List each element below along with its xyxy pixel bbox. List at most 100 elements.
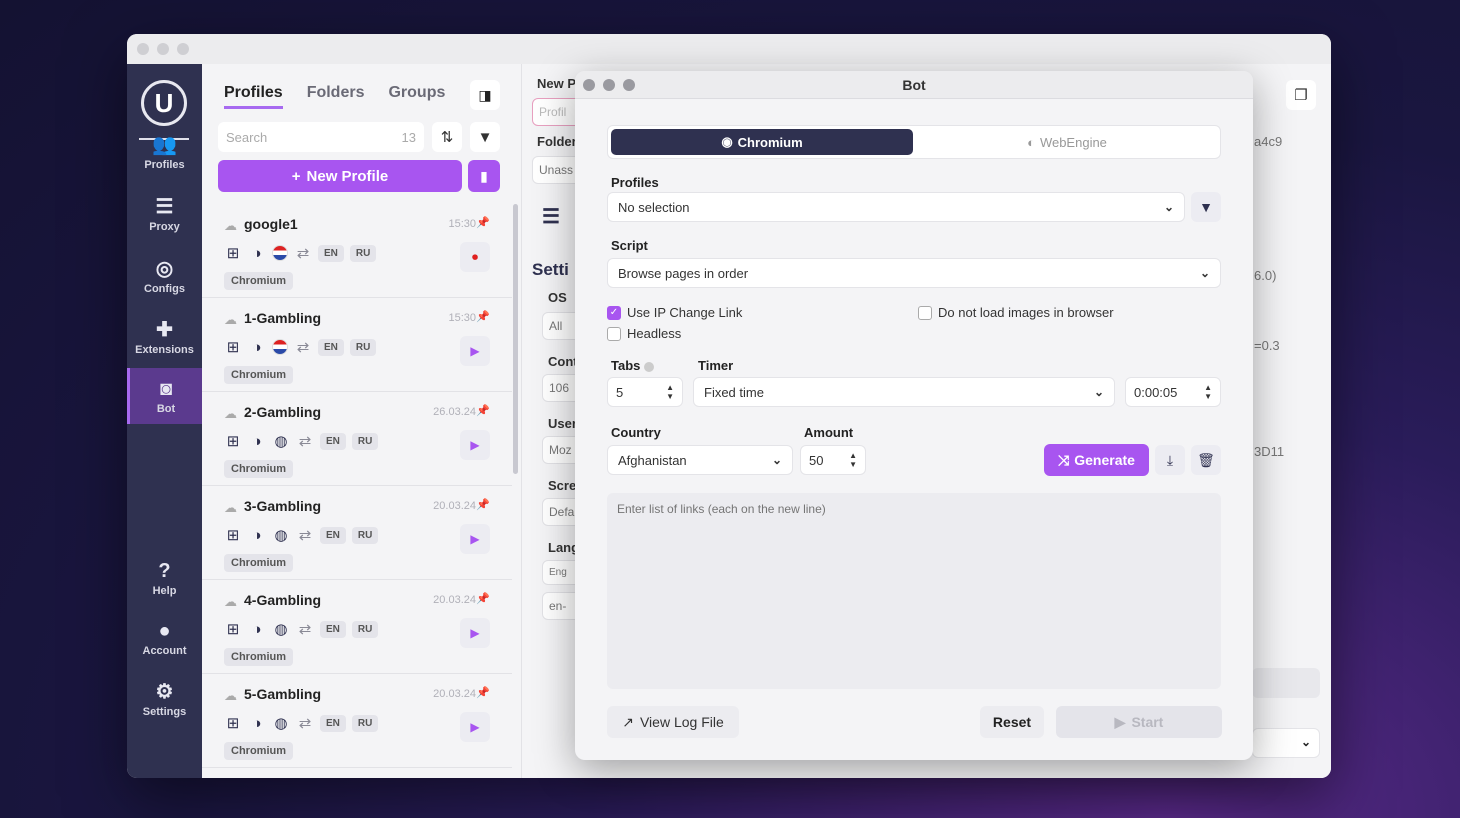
profile-list-scrollbar[interactable] <box>513 204 518 474</box>
timer-time-stepper[interactable]: 0:00:05 ▲ ▼ <box>1125 377 1221 407</box>
sidebar-item-label: Account <box>142 644 187 657</box>
play-button[interactable]: ▶ <box>460 618 490 648</box>
swap-icon: ⇄ <box>296 339 310 356</box>
pin-icon[interactable]: 📌 <box>476 686 490 699</box>
filter-button[interactable]: ▼ <box>470 122 500 152</box>
panel-icon: ▮ <box>480 167 488 184</box>
chromium-icon: ◑ <box>252 714 262 732</box>
sidebar-item-help[interactable]: ? Help <box>127 550 202 606</box>
stepper-arrows-icon: ▲ ▼ <box>849 451 857 469</box>
profile-list: ☁ google1 15:30 📌 ⊞ ◑ ⇄ EN RU Chromium ⏺… <box>202 204 512 768</box>
engine-webengine-label: WebEngine <box>1039 134 1107 150</box>
chevron-down-icon: ⌄ <box>1093 385 1104 399</box>
play-icon: ▶ <box>470 532 480 546</box>
delete-button[interactable]: 🗑 <box>1191 445 1221 475</box>
chevron-down-icon: ⌄ <box>1199 266 1210 280</box>
editor-right-field[interactable] <box>1252 668 1320 698</box>
sidebar-item-account[interactable]: ● Account <box>127 610 202 666</box>
pin-icon[interactable]: 📌 <box>476 310 490 323</box>
script-select[interactable]: Browse pages in order ⌄ <box>607 258 1221 288</box>
close-window-button[interactable] <box>137 43 149 55</box>
tab-folders[interactable]: Folders <box>307 84 365 109</box>
list-item[interactable]: ☁ 1-Gambling 15:30 📌 ⊞ ◑ ⇄ EN RU Chromiu… <box>202 298 512 392</box>
timer-select[interactable]: Fixed time ⌄ <box>693 377 1115 407</box>
sidebar-item-proxy[interactable]: ☰ Proxy <box>127 186 202 242</box>
profiles-select[interactable]: No selection ⌄ <box>607 192 1185 222</box>
sidebar-item-profiles[interactable]: 👥 Profiles <box>127 124 202 180</box>
sidebar-item-configs[interactable]: ◎ Configs <box>127 248 202 304</box>
amount-stepper[interactable]: 50 ▲ ▼ <box>800 445 866 475</box>
no-images-checkbox[interactable]: Do not load images in browser <box>918 305 1114 320</box>
sort-button[interactable]: ⇅ <box>432 122 462 152</box>
new-profile-button[interactable]: + New Profile <box>218 160 462 192</box>
pin-icon[interactable]: 📌 <box>476 592 490 605</box>
chevron-down-icon: ⌄ <box>1300 735 1311 749</box>
list-item[interactable]: ☁ 4-Gambling 20.03.24 📌 ⊞ ◑ ◍ ⇄ EN RU Ch… <box>202 580 512 674</box>
checkbox-empty-icon <box>607 326 621 341</box>
globe-icon: ◍ <box>274 527 288 544</box>
country-select[interactable]: Afghanistan ⌄ <box>607 445 793 475</box>
sidebar-item-bot[interactable]: ◙ Bot <box>127 368 202 424</box>
stop-button[interactable]: ⏺ <box>460 242 490 272</box>
reset-button[interactable]: Reset <box>980 706 1044 738</box>
list-item[interactable]: ☁ google1 15:30 📌 ⊞ ◑ ⇄ EN RU Chromium ⏺ <box>202 204 512 298</box>
timer-time-value: 0:00:05 <box>1134 384 1178 400</box>
netherlands-flag-icon <box>272 339 288 355</box>
play-button[interactable]: ▶ <box>460 336 490 366</box>
play-button[interactable]: ▶ <box>460 430 490 460</box>
generate-button[interactable]: ⤨ Generate <box>1044 444 1149 476</box>
profiles-panel: Profiles Folders Groups ◨ Search 13 ⇅ ▼ … <box>202 64 522 778</box>
engine-webengine[interactable]: ◐ WebEngine <box>916 129 1218 155</box>
tabs-stepper[interactable]: 5 ▲ ▼ <box>607 377 683 407</box>
search-input[interactable]: Search 13 <box>218 122 424 152</box>
start-button[interactable]: ▶ Start <box>1056 706 1222 738</box>
profile-name: 2-Gambling <box>244 404 322 420</box>
lang-badge: RU <box>349 244 377 262</box>
editor-new-profile-title: New P <box>537 76 577 91</box>
editor-right-select[interactable]: ⌄ <box>1252 728 1320 758</box>
zoom-window-button[interactable] <box>177 43 189 55</box>
play-button[interactable]: ▶ <box>460 524 490 554</box>
lang-badge: RU <box>351 432 379 450</box>
windows-icon: ⊞ <box>226 527 240 544</box>
cloud-icon: ☁ <box>224 218 237 233</box>
script-label: Script <box>611 238 648 253</box>
info-icon <box>644 361 655 372</box>
browser-badge: Chromium <box>224 648 293 666</box>
copy-button[interactable]: ❐ <box>1286 80 1316 110</box>
tab-profiles[interactable]: Profiles <box>224 84 283 109</box>
pin-icon[interactable]: 📌 <box>476 216 490 229</box>
server-icon: ☰ <box>155 195 174 218</box>
editor-right-value: 6.0) <box>1254 268 1277 283</box>
editor-cont-label: Cont <box>548 354 578 369</box>
lang-badge: EN <box>320 714 346 732</box>
profiles-filter-button[interactable]: ▼ <box>1191 192 1221 222</box>
view-log-button[interactable]: ↗ View Log File <box>607 706 739 738</box>
headless-checkbox[interactable]: Headless <box>607 326 681 341</box>
tab-groups[interactable]: Groups <box>388 84 445 109</box>
list-item[interactable]: ☁ 3-Gambling 20.03.24 📌 ⊞ ◑ ◍ ⇄ EN RU Ch… <box>202 486 512 580</box>
editor-right-value: a4c9 <box>1254 134 1283 149</box>
swap-icon: ⇄ <box>298 715 312 732</box>
tabs-label-text: Tabs <box>611 358 641 373</box>
globe-icon: ◍ <box>274 433 288 450</box>
links-textarea[interactable] <box>607 493 1221 689</box>
sort-icon: ⇅ <box>440 129 454 146</box>
sidebar-item-extensions[interactable]: ✚ Extensions <box>127 309 202 365</box>
pin-icon[interactable]: 📌 <box>476 498 490 511</box>
pin-icon[interactable]: 📌 <box>476 404 490 417</box>
new-profile-options-button[interactable]: ▮ <box>468 160 500 192</box>
download-button[interactable]: ⤓ <box>1155 445 1185 475</box>
list-item[interactable]: ☁ 5-Gambling 20.03.24 📌 ⊞ ◑ ◍ ⇄ EN RU Ch… <box>202 674 512 768</box>
engine-chromium[interactable]: ◉ Chromium <box>611 129 913 155</box>
profile-time: 20.03.24 <box>433 594 476 606</box>
play-button[interactable]: ▶ <box>460 712 490 742</box>
list-item[interactable]: ☁ 2-Gambling 26.03.24 📌 ⊞ ◑ ◍ ⇄ EN RU Ch… <box>202 392 512 486</box>
engine-switch: ◉ Chromium ◐ WebEngine <box>607 125 1221 159</box>
sidebar-item-settings[interactable]: ⚙ Settings <box>127 671 202 727</box>
use-ip-change-checkbox[interactable]: ✓ Use IP Change Link <box>607 305 742 320</box>
minimize-window-button[interactable] <box>157 43 169 55</box>
editor-user-label: User <box>548 416 577 431</box>
lang-badge: EN <box>320 620 346 638</box>
panel-toggle-button[interactable]: ◨ <box>470 80 500 110</box>
